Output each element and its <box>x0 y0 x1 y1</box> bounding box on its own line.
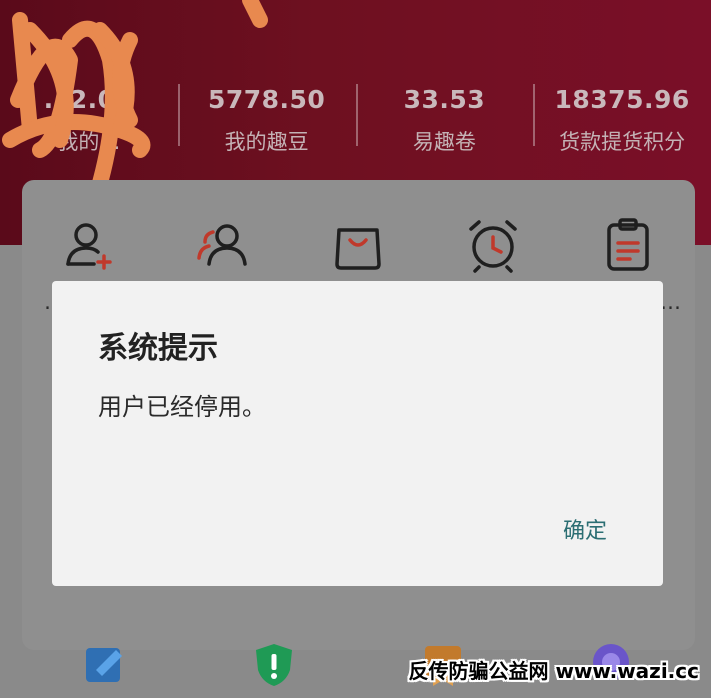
menu-icon-row <box>22 210 695 280</box>
app-screen: …2.00 我的… 5778.50 我的趣豆 33.53 易趣卷 18375.9… <box>0 0 711 698</box>
alarm-clock-icon[interactable] <box>463 215 523 275</box>
stat-label: 易趣卷 <box>412 129 476 154</box>
clipboard-icon[interactable] <box>598 215 658 275</box>
system-alert-dialog: 系统提示 用户已经停用。 确定 <box>52 281 663 586</box>
team-icon[interactable] <box>194 215 254 275</box>
stat-value: 18375.96 <box>554 84 690 114</box>
stat-item-yiqujuan[interactable]: 33.53 易趣卷 <box>355 70 534 170</box>
dialog-title: 系统提示 <box>98 331 218 366</box>
stat-label: 货款提货积分 <box>559 129 686 154</box>
shopping-bag-icon[interactable] <box>328 215 388 275</box>
watermark: 反传防骗公益网 www.wazi.cc <box>408 659 700 683</box>
menu-label-fragment: … <box>660 290 681 314</box>
stat-item-points[interactable]: 18375.96 货款提货积分 <box>533 70 711 170</box>
stat-value: 33.53 <box>403 84 486 114</box>
dialog-message: 用户已经停用。 <box>98 393 266 421</box>
edit-note-icon[interactable] <box>82 640 130 688</box>
shield-alert-icon[interactable] <box>250 640 298 688</box>
confirm-button[interactable]: 确定 <box>563 513 607 545</box>
add-user-icon[interactable] <box>59 215 119 275</box>
